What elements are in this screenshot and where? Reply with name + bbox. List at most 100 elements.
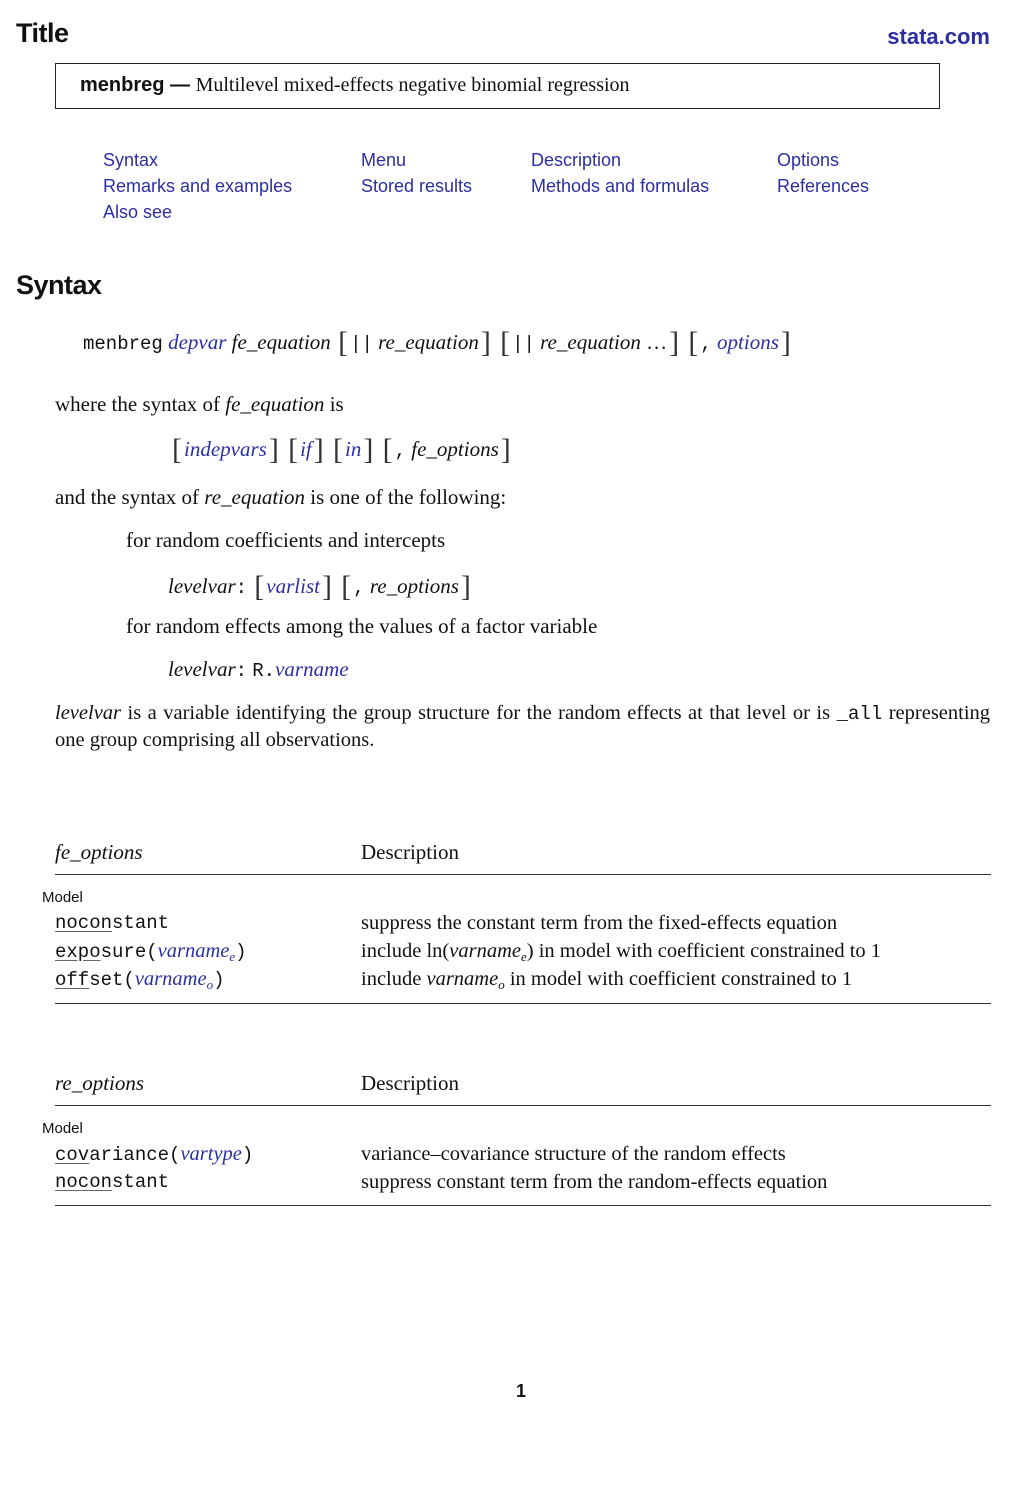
where-suffix: is [329,392,344,416]
table-row: covariance(vartype) variance–covariance … [55,1143,991,1171]
re-equation-term: re_equation [540,330,641,354]
close-paren: ) [235,941,247,963]
in-link[interactable]: in [345,437,361,461]
comma: , [700,333,712,355]
option-rest: sure( [100,941,158,963]
colon: : [235,577,248,599]
table-group-model: Model [42,889,83,906]
description-col-header: Description [361,1071,459,1095]
arg: varname [157,940,230,962]
where-term: fe_equation [225,392,325,416]
varname-link[interactable]: varnameo [135,968,213,992]
where-line: where the syntax of fe_equation is [55,392,344,417]
and-prefix: and the syntax of [55,485,200,509]
stata-site-link[interactable]: stata.com [887,24,990,50]
option-description: suppress the constant term from the fixe… [361,912,838,934]
bracket-close: ] [460,570,471,603]
random-coef-label: for random coefficients and intercepts [126,528,446,552]
option-description: include ln(varnamee) in model with coeff… [361,940,881,965]
bracket-open: [ [341,570,352,603]
option-rest: ariance( [89,1144,181,1166]
bracket-open: [ [254,570,265,603]
varname-link[interactable]: varname [275,657,348,681]
nav-link-description[interactable]: Description [531,150,621,171]
option-noconstant[interactable]: noconstant [55,912,169,934]
all-keyword: _all [836,703,883,725]
nav-link-also-see[interactable]: Also see [103,202,172,223]
indepvars-link[interactable]: indepvars [184,437,267,461]
command-name: menbreg — [80,74,191,96]
re-equation-term: re_equation [378,330,479,354]
fe-options-table-header: fe_options Description [55,840,991,875]
option-description: include varnameo in model with coefficie… [361,968,852,993]
option-exposure[interactable]: exposure(varnamee) [55,940,247,965]
option-abbrev: off [55,969,90,991]
table-row: noconstant suppress the constant term fr… [55,912,991,940]
levelvar-term: levelvar [168,574,236,598]
option-abbrev: cov [55,1144,90,1166]
bracket-open: [ [688,326,699,359]
table-row: exposure(varnamee) include ln(varnamee) … [55,940,991,968]
nav-link-options[interactable]: Options [777,150,839,171]
fe-options-term: fe_options [411,437,499,461]
bracket-open: [ [288,433,299,466]
if-link[interactable]: if [300,437,312,461]
syntax-command: menbreg [83,333,163,355]
desc-arg: varname [449,940,521,962]
option-abbrev: expo [55,941,101,963]
table-end-rule [55,1205,991,1206]
fe-equation-syntax: [indepvars] [if] [in] [, fe_options] [170,433,513,467]
table-end-rule [55,1003,991,1004]
bracket-close: ] [321,570,332,603]
varname-link[interactable]: varnamee [157,940,236,964]
option-rest: stant [112,1171,170,1193]
nav-link-menu[interactable]: Menu [361,150,406,171]
nav-link-remarks[interactable]: Remarks and examples [103,176,292,197]
fe-equation-term: fe_equation [231,330,331,354]
command-title: menbreg — Multilevel mixed-effects negat… [80,74,630,97]
comma: , [353,577,365,599]
where-prefix: where the syntax of [55,392,221,416]
syntax-main-line: menbreg depvar fe_equation [|| re_equati… [83,326,793,360]
option-noconstant[interactable]: noconstant [55,1171,169,1193]
re-options-col-header: re_options [55,1071,145,1095]
levelvar-note: levelvar is a variable identifying the g… [55,700,990,753]
levelvar-note-text: is a variable identifying the group stru… [127,702,831,724]
re-options-table-header: re_options Description [55,1071,991,1106]
nav-link-stored-results[interactable]: Stored results [361,176,472,197]
bracket-open: [ [382,433,393,466]
varlist-link[interactable]: varlist [266,574,320,598]
bars: || [350,333,373,355]
description-col-header: Description [361,840,459,864]
levelvar-term: levelvar [168,657,236,681]
colon: : [235,660,248,682]
and-term: re_equation [204,485,306,509]
nav-link-syntax[interactable]: Syntax [103,150,158,171]
nav-link-methods[interactable]: Methods and formulas [531,176,709,197]
options-link[interactable]: options [717,330,779,354]
close-paren: ) [241,1144,254,1166]
and-suffix: is one of the following: [310,485,507,509]
page-title: Title [16,18,69,48]
option-covariance[interactable]: covariance(vartype) [55,1143,253,1166]
bracket-open: [ [500,326,511,359]
command-description: Multilevel mixed-effects negative binomi… [195,74,630,96]
vartype-link[interactable]: vartype [180,1143,241,1165]
levelvar-term: levelvar [55,702,122,724]
option-abbrev: nocon [55,1171,113,1193]
depvar-link[interactable]: depvar [168,330,226,354]
bracket-close: ] [500,433,511,466]
option-offset[interactable]: offset(varnameo) [55,968,224,993]
bracket-close: ] [313,433,324,466]
random-factor-label: for random effects among the values of a… [126,614,598,638]
bracket-close: ] [268,433,279,466]
re-options-term: re_options [369,574,459,598]
ellipsis: … [646,330,668,354]
nav-link-references[interactable]: References [777,176,869,197]
comma: , [394,440,406,462]
fe-options-col-header: fe_options [55,840,143,864]
option-abbrev: nocon [55,912,113,934]
r-prefix: R. [252,660,276,682]
bars: || [512,333,535,355]
bracket-close: ] [669,326,680,359]
